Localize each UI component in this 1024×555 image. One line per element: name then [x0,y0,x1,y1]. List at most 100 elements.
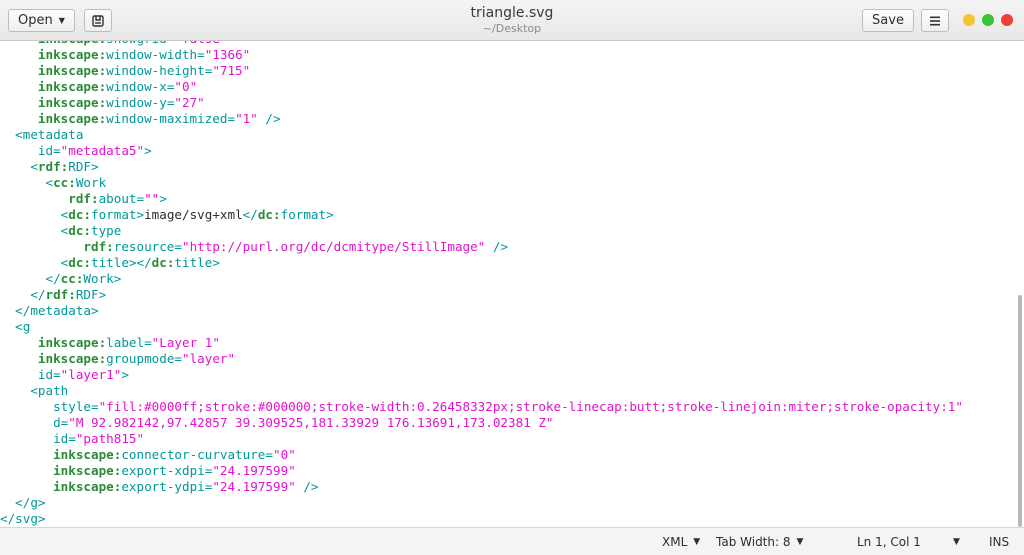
code-line: <dc:title></dc:title> [0,255,1016,271]
code-line: inkscape:window-y="27" [0,95,1016,111]
code-token: export-xdpi= [121,463,213,478]
open-label: Open [18,13,53,28]
chevron-down-icon: ▼ [796,537,804,547]
cursor-position[interactable]: Ln 1, Col 1 [857,534,921,550]
code-token: "715" [212,63,251,78]
documents-button[interactable] [84,9,112,32]
code-line: <path [0,383,1016,399]
maximize-button[interactable] [982,14,994,26]
code-token: </ [0,287,46,302]
code-line: rdf:resource="http://purl.org/dc/dcmityp… [0,239,1016,255]
code-token: "metadata5" [60,143,145,158]
code-token: "path815" [75,431,145,446]
code-token: resource= [113,239,182,254]
code-token: connector-curvature= [121,447,273,462]
code-line: <cc:Work [0,175,1016,191]
code-token: window-x= [106,79,175,94]
code-token: about= [98,191,145,206]
code-line: inkscape:connector-curvature="0" [0,447,1016,463]
code-token: id= [0,431,76,446]
main-menu-button[interactable] [921,9,949,32]
code-token: < [0,159,38,174]
code-token: RDF> [75,287,107,302]
insert-mode-indicator[interactable]: INS [989,534,1009,550]
code-line: <g [0,319,1016,335]
code-line: inkscape:export-ydpi="24.197599" /> [0,479,1016,495]
code-line: inkscape:export-xdpi="24.197599" [0,463,1016,479]
code-token: </ [0,271,61,286]
code-token: Work> [83,271,122,286]
code-token: /> [295,479,319,494]
code-line: id="metadata5"> [0,143,1016,159]
code-token: <path [0,383,69,398]
code-line: </cc:Work> [0,271,1016,287]
code-token: title></ [91,255,152,270]
code-token: window-height= [106,63,213,78]
code-line: inkscape:window-height="715" [0,63,1016,79]
tab-width-label: Tab Width: 8 [716,535,791,549]
code-token: RDF> [68,159,99,174]
code-line: </metadata> [0,303,1016,319]
open-button[interactable]: Open ▼ [8,9,75,32]
text-editor[interactable]: inkscape:showgrid="false" inkscape:windo… [0,41,1024,527]
code-token: rdf: [0,191,99,206]
code-line: </svg> [0,511,1016,527]
save-button[interactable]: Save [862,9,914,32]
code-token: < [0,255,69,270]
code-token: type [91,223,122,238]
vertical-scrollbar[interactable] [1016,41,1024,527]
window-title: triangle.svg [470,5,554,21]
code-token: "M 92.982142,97.42857 39.309525,181.3392… [68,415,554,430]
code-token: </ [242,207,258,222]
close-button[interactable] [1001,14,1013,26]
code-line: </g> [0,495,1016,511]
code-token: inkscape: [0,63,107,78]
code-token: rdf: [0,239,114,254]
code-token: inkscape: [0,47,107,62]
code-line: style="fill:#0000ff;stroke:#000000;strok… [0,399,1016,415]
code-lines: inkscape:showgrid="false" inkscape:windo… [0,41,1016,527]
code-line: </rdf:RDF> [0,287,1016,303]
code-line: inkscape:label="Layer 1" [0,335,1016,351]
code-token: groupmode= [106,351,182,366]
cursor-position-label: Ln 1, Col 1 [857,535,921,549]
tab-width-selector[interactable]: Tab Width: 8 ▼ [716,534,803,550]
code-token: < [0,207,69,222]
status-bar: XML ▼ Tab Width: 8 ▼ Ln 1, Col 1 ▼ INS [0,527,1024,555]
code-line: <metadata [0,127,1016,143]
language-label: XML [662,535,688,549]
minimize-button[interactable] [963,14,975,26]
scrollbar-thumb[interactable] [1018,295,1022,527]
code-token: inkscape: [0,111,107,126]
code-line: inkscape:window-x="0" [0,79,1016,95]
code-token: "0" [174,79,198,94]
code-token: "1" [235,111,258,126]
code-token: cc: [60,271,84,286]
code-token: "Layer 1" [151,335,220,350]
code-token: rdf: [45,287,76,302]
chevron-down-icon: ▼ [953,537,960,547]
code-token: "fill:#0000ff;stroke:#000000;stroke-widt… [98,399,963,414]
code-line: inkscape:groupmode="layer" [0,351,1016,367]
code-token: inkscape: [0,351,107,366]
code-line: id="path815" [0,431,1016,447]
code-token: "" [144,191,160,206]
code-token: window-width= [106,47,205,62]
code-token: Work [75,175,107,190]
code-token: id= [0,367,61,382]
language-selector[interactable]: XML ▼ [662,534,700,550]
code-token: window-maximized= [106,111,236,126]
code-token: > [159,191,167,206]
code-token: /> [257,111,281,126]
code-token: dc: [151,255,175,270]
code-token: image/svg+xml [144,207,243,222]
code-token: style= [0,399,99,414]
code-token: dc: [68,255,91,270]
code-token: < [0,175,54,190]
code-line: <dc:format>image/svg+xml</dc:format> [0,207,1016,223]
code-token: id= [0,143,61,158]
code-token: title> [174,255,220,270]
code-line: rdf:about=""> [0,191,1016,207]
position-menu-button[interactable]: ▼ [953,534,960,550]
code-token: </g> [0,495,46,510]
